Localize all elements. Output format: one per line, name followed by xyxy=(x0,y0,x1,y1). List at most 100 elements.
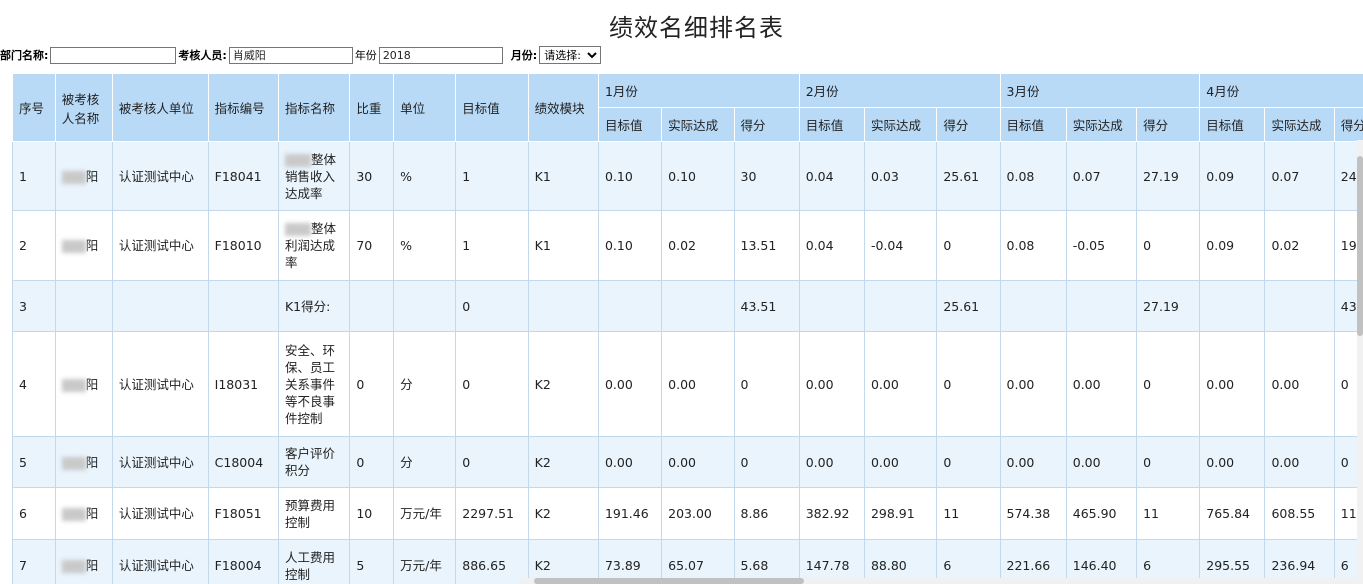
table-row[interactable]: 5 阳认证测试中心 C18004 客户评价积分 0 分 0 K2 0.00 0.00 0 0.00 0.… xyxy=(12,436,1363,488)
cell-month-3-actual: 0.00 xyxy=(1065,331,1138,437)
cell-weight: 30 xyxy=(349,141,395,211)
cell-month-4-actual xyxy=(1264,280,1335,332)
cell-seq: 4 xyxy=(12,331,56,437)
cell-month-1-score: 13.51 xyxy=(733,210,800,281)
cell-measure: 万元/年 xyxy=(393,539,457,584)
table-row[interactable]: 4 阳认证测试中心 I18031 安全、环保、员工关系事件等不良事件控制 0 分 0 K2 0.… xyxy=(12,331,1363,437)
month-select[interactable]: 请选择: xyxy=(539,46,602,64)
cell-month-4-target: 0.09 xyxy=(1199,141,1266,211)
cell-code: C18004 xyxy=(207,436,279,488)
cell-month-3-actual xyxy=(1065,280,1138,332)
redacted-mark xyxy=(61,170,86,184)
cell-indicator: K1得分: xyxy=(277,280,351,332)
cell-month-1-target: 0.10 xyxy=(597,141,663,211)
cell-month-3-actual: 0.00 xyxy=(1065,436,1138,488)
cell-name: 阳 xyxy=(54,331,113,437)
cell-name: 阳 xyxy=(54,436,113,488)
cell-code: I18031 xyxy=(207,331,279,437)
cell-month-3-score: 11 xyxy=(1136,487,1201,540)
ranking-table-container[interactable]: 序号 被考核人名称 被考核人单位 指标编号 指标名称 比重 单位 目标值 绩效模块 1月份 2月份 3… xyxy=(12,73,1363,584)
cell-unit: 认证测试中心 xyxy=(111,436,209,488)
cell-month-3-actual: -0.05 xyxy=(1065,210,1138,281)
cell-month-3-target: 574.38 xyxy=(999,487,1067,540)
cell-code: F18041 xyxy=(207,141,279,211)
cell-month-4-target: 765.84 xyxy=(1199,487,1266,540)
cell-month-1-actual xyxy=(661,280,735,332)
cell-measure: % xyxy=(393,210,457,281)
horizontal-scrollbar-thumb[interactable] xyxy=(534,578,804,584)
cell-seq: 5 xyxy=(12,436,56,488)
year-label: 年份 xyxy=(354,49,377,62)
redacted-mark xyxy=(61,560,86,573)
header-indicator: 指标名称 xyxy=(277,73,351,142)
header-measure: 单位 xyxy=(393,73,457,142)
cell-month-4-actual: 0.00 xyxy=(1264,331,1335,437)
cell-code xyxy=(207,280,279,332)
cell-indicator: 整体销售收入达成率 xyxy=(277,141,351,211)
cell-target: 0 xyxy=(455,331,529,437)
header-month-4: 4月份 xyxy=(1199,73,1363,108)
header-weight: 比重 xyxy=(349,73,395,142)
cell-indicator: 人工费用控制 xyxy=(277,539,351,584)
person-label: 考核人员: xyxy=(178,49,227,62)
cell-measure: 分 xyxy=(393,436,457,488)
cell-code: F18004 xyxy=(207,539,279,584)
redacted-mark xyxy=(284,223,311,236)
subheader-month-2-actual: 实际达成 xyxy=(863,107,938,142)
cell-name: 阳 xyxy=(54,487,113,540)
cell-month-2-target: 0.04 xyxy=(798,141,865,211)
cell-month-1-score: 43.51 xyxy=(733,280,800,332)
cell-code: F18051 xyxy=(207,487,279,540)
cell-month-3-score: 27.19 xyxy=(1136,141,1201,211)
cell-month-1-target xyxy=(597,280,663,332)
page-title: 绩效名细排名表 xyxy=(609,14,784,42)
year-input[interactable] xyxy=(378,46,503,64)
cell-month-3-score: 27.19 xyxy=(1136,280,1201,332)
cell-unit: 认证测试中心 xyxy=(111,331,209,437)
cell-weight: 0 xyxy=(349,331,395,437)
cell-unit: 认证测试中心 xyxy=(111,210,209,281)
header-unit: 被考核人单位 xyxy=(111,73,209,142)
ranking-table: 序号 被考核人名称 被考核人单位 指标编号 指标名称 比重 单位 目标值 绩效模块 1月份 2月份 3… xyxy=(12,73,1363,584)
cell-month-3-target: 0.00 xyxy=(999,331,1067,437)
cell-month-2-target: 0.00 xyxy=(798,436,865,488)
cell-month-1-actual: 0.10 xyxy=(661,141,735,211)
cell-month-3-target: 0.08 xyxy=(999,141,1067,211)
subheader-month-1-actual: 实际达成 xyxy=(661,107,735,142)
redacted-mark xyxy=(61,378,86,392)
cell-month-2-score: 0 xyxy=(936,436,1001,488)
cell-module: K1 xyxy=(527,210,599,281)
cell-month-2-target: 382.92 xyxy=(798,487,865,540)
cell-month-2-actual: 0.00 xyxy=(863,331,938,437)
cell-code: F18010 xyxy=(207,210,279,281)
dept-input[interactable] xyxy=(50,46,177,64)
person-input[interactable] xyxy=(228,46,353,64)
cell-name: 阳 xyxy=(54,210,113,281)
cell-month-4-target xyxy=(1199,280,1266,332)
cell-measure: 分 xyxy=(393,331,457,437)
cell-target: 1 xyxy=(455,210,529,281)
cell-name: 阳 xyxy=(54,539,113,584)
cell-month-2-score: 0 xyxy=(936,331,1001,437)
vertical-scrollbar-thumb[interactable] xyxy=(1357,156,1363,336)
cell-month-1-score: 30 xyxy=(733,141,800,211)
table-row[interactable]: 1 阳认证测试中心 F18041 整体销售收入达成率 30% 1 K1 0.10 0.10 30 0… xyxy=(12,141,1363,211)
cell-module: K1 xyxy=(527,141,599,211)
subheader-month-3-score: 得分 xyxy=(1136,107,1201,142)
table-row[interactable]: 6 阳认证测试中心 F18051 预算费用控制 10 万元/年 2297.51 K2 191.4… xyxy=(12,487,1363,540)
header-module: 绩效模块 xyxy=(527,73,599,142)
cell-month-4-target: 0.00 xyxy=(1199,436,1266,488)
cell-indicator: 预算费用控制 xyxy=(277,487,351,540)
table-row[interactable]: 2 阳认证测试中心 F18010 整体利润达成率 70% 1 K1 0.10 0.02 13.51… xyxy=(12,210,1363,281)
header-seq: 序号 xyxy=(12,73,56,142)
cell-month-4-actual: 0.00 xyxy=(1264,436,1335,488)
table-row[interactable]: 3K1得分:043.5125.6127.1943.88 xyxy=(12,280,1363,332)
cell-indicator: 安全、环保、员工关系事件等不良事件控制 xyxy=(277,331,351,437)
cell-weight: 0 xyxy=(349,436,395,488)
cell-month-2-target: 0.04 xyxy=(798,210,865,281)
horizontal-scrollbar[interactable] xyxy=(520,578,1363,584)
cell-month-3-actual: 465.90 xyxy=(1065,487,1138,540)
vertical-scrollbar[interactable] xyxy=(1357,140,1363,584)
cell-month-2-target xyxy=(798,280,865,332)
cell-month-4-actual: 0.07 xyxy=(1264,141,1335,211)
